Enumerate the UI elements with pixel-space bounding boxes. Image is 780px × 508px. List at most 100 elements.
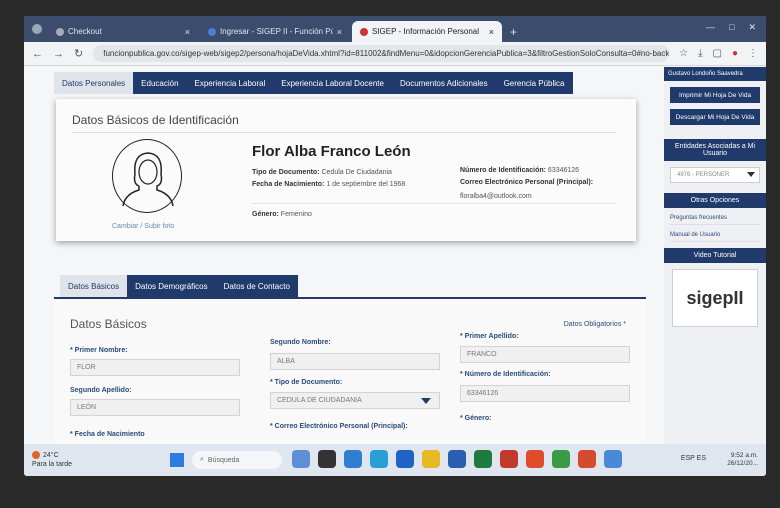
primer-nombre-field[interactable]: FLOR [70, 359, 240, 376]
tab-datos-demograficos[interactable]: Datos Demográficos [127, 275, 216, 297]
identification-card: Datos Básicos de Identificación Cambiar … [56, 99, 636, 241]
chevron-down-icon [421, 398, 431, 404]
weather-temp: 24°C [43, 452, 59, 459]
numero-id-field[interactable]: 63346126 [460, 385, 630, 402]
tab-datos-basicos[interactable]: Datos Básicos [60, 275, 128, 297]
chrome-icon[interactable] [578, 450, 596, 468]
app-icon[interactable] [318, 450, 336, 468]
nav-experiencia-laboral[interactable]: Experiencia Laboral [186, 72, 274, 94]
close-tab-icon[interactable]: × [337, 27, 342, 37]
segundo-nombre-value: ALBA [277, 358, 295, 365]
primer-apellido-value: FRANCO [467, 351, 497, 358]
windows-start-icon[interactable] [170, 453, 184, 467]
otras-opciones-title: Otras Opciones [664, 193, 766, 208]
tab-checkout[interactable]: Checkout × [48, 21, 198, 42]
tab-sigep-info[interactable]: SIGEP - Información Personal × [352, 21, 502, 42]
tab-ingresar[interactable]: Ingresar - SIGEP II - Función Pública × [200, 21, 350, 42]
entidad-select[interactable]: 4976 - PERSONER [670, 167, 760, 183]
correo-value: floralba4@outlook.com [460, 193, 532, 200]
numero-id-value: 63346126 [467, 390, 499, 397]
section-nav: Datos Personales Educación Experiencia L… [54, 72, 676, 94]
new-tab-button[interactable]: + [504, 21, 523, 42]
primer-apellido-field[interactable]: FRANCO [460, 346, 630, 363]
segundo-nombre-field[interactable]: ALBA [270, 353, 440, 370]
primer-nombre-label: * Primer Nombre: [70, 347, 128, 354]
reload-icon[interactable]: ↻ [74, 47, 83, 60]
num-id-row: Número de Identificación: 63346126 [460, 167, 579, 174]
nav-documentos-adicionales[interactable]: Documentos Adicionales [391, 72, 496, 94]
segundo-nombre-label: Segundo Nombre: [270, 339, 331, 346]
outlook-icon[interactable] [448, 450, 466, 468]
nav-gerencia-publica[interactable]: Gerencia Pública [495, 72, 573, 94]
genero-label: Género: [252, 211, 279, 218]
entidades-title: Entidades Asociadas a Mi Usuario [664, 139, 766, 161]
forward-icon[interactable]: → [53, 48, 64, 60]
correo-principal-label: * Correo Electrónico Personal (Principal… [270, 423, 408, 430]
url-text: funcionpublica.gov.co/sigep-web/sigep2/p… [103, 49, 670, 58]
chrome-icon[interactable] [552, 450, 570, 468]
back-icon[interactable]: ← [32, 48, 43, 60]
nav-experiencia-docente[interactable]: Experiencia Laboral Docente [273, 72, 392, 94]
browser-menu-icon[interactable] [32, 24, 42, 34]
tab-label: SIGEP - Información Personal [372, 27, 480, 36]
tipo-documento-label: * Tipo de Documento: [270, 379, 343, 386]
tipo-doc-value: Cedula De Ciudadania [321, 169, 392, 176]
tab-favicon-icon [56, 27, 64, 36]
app-icon[interactable] [292, 450, 310, 468]
taskbar-apps [292, 450, 622, 468]
correo-label-text: Correo Electrónico Personal (Principal): [460, 179, 594, 186]
tab-datos-contacto[interactable]: Datos de Contacto [215, 275, 298, 297]
segundo-apellido-label: Segundo Apellido: [70, 387, 132, 394]
nav-datos-personales[interactable]: Datos Personales [54, 72, 134, 94]
primer-nombre-value: FLOR [77, 364, 96, 371]
fecha-nac-value: 1 de septiembre del 1968 [326, 181, 406, 188]
address-bar[interactable]: funcionpublica.gov.co/sigep-web/sigep2/p… [93, 45, 670, 62]
tray-lang[interactable]: ESP ES [681, 455, 706, 462]
segundo-apellido-field[interactable]: LEÓN [70, 399, 240, 416]
manual-link[interactable]: Manual de Usuario [670, 229, 760, 242]
powerpoint-icon[interactable] [500, 450, 518, 468]
browser-tab-strip: Checkout × Ingresar - SIGEP II - Función… [24, 16, 766, 42]
entidad-value: 4976 - PERSONER [677, 172, 730, 178]
profile-icon[interactable]: ● [732, 48, 738, 59]
correo-label: Correo Electrónico Personal (Principal): [460, 179, 593, 186]
tipo-doc-label: Tipo de Documento: [252, 169, 320, 176]
tab-favicon-icon [360, 27, 368, 36]
app-icon[interactable] [344, 450, 362, 468]
preguntas-link[interactable]: Preguntas frecuentes [670, 212, 760, 225]
sidebar-icon[interactable]: ▢ [713, 48, 722, 59]
tab-label: Checkout [68, 27, 102, 36]
window-controls: — □ ✕ [706, 22, 756, 33]
folder-icon[interactable] [422, 450, 440, 468]
nav-educacion[interactable]: Educación [133, 72, 187, 94]
tipo-documento-select[interactable]: CEDULA DE CIUDADANIA [270, 392, 440, 409]
bookmark-star-icon[interactable]: ☆ [679, 48, 688, 59]
maximize-icon[interactable]: □ [729, 22, 734, 33]
weather-widget[interactable]: 24°C Para la tarde [32, 451, 72, 469]
close-tab-icon[interactable]: × [489, 27, 494, 37]
descargar-button[interactable]: Descargar Mi Hoja De Vida [670, 109, 760, 125]
taskbar-search[interactable]: ⌕ Búsqueda [192, 451, 282, 469]
minimize-icon[interactable]: — [706, 22, 715, 33]
close-window-icon[interactable]: ✕ [748, 22, 756, 33]
divider [252, 203, 616, 204]
imprimir-button[interactable]: Imprimir Mi Hoja De Vida [670, 87, 760, 103]
close-tab-icon[interactable]: × [185, 27, 190, 37]
store-icon[interactable] [396, 450, 414, 468]
tipo-doc-row: Tipo de Documento: Cedula De Ciudadania [252, 169, 392, 176]
change-photo-link[interactable]: Cambiar / Subir foto [112, 223, 174, 230]
more-menu-icon[interactable]: ⋮ [748, 48, 758, 59]
tray-clock[interactable]: 9:52 a.m. 26/12/20... [727, 452, 758, 468]
download-icon[interactable]: ⤓ [698, 48, 702, 59]
sigep-logo-video[interactable]: sigepII [672, 269, 758, 327]
fecha-nac-row: Fecha de Nacimiento: 1 de septiembre del… [252, 181, 405, 188]
excel-icon[interactable] [474, 450, 492, 468]
genero-field-label: * Género: [460, 415, 492, 422]
divider [72, 132, 616, 133]
chrome-icon[interactable] [604, 450, 622, 468]
edge-icon[interactable] [370, 450, 388, 468]
chrome-icon[interactable] [526, 450, 544, 468]
identification-title: Datos Básicos de Identificación [72, 113, 239, 127]
num-id-label: Número de Identificación: [460, 167, 546, 174]
laptop-screen: Checkout × Ingresar - SIGEP II - Función… [24, 16, 766, 476]
